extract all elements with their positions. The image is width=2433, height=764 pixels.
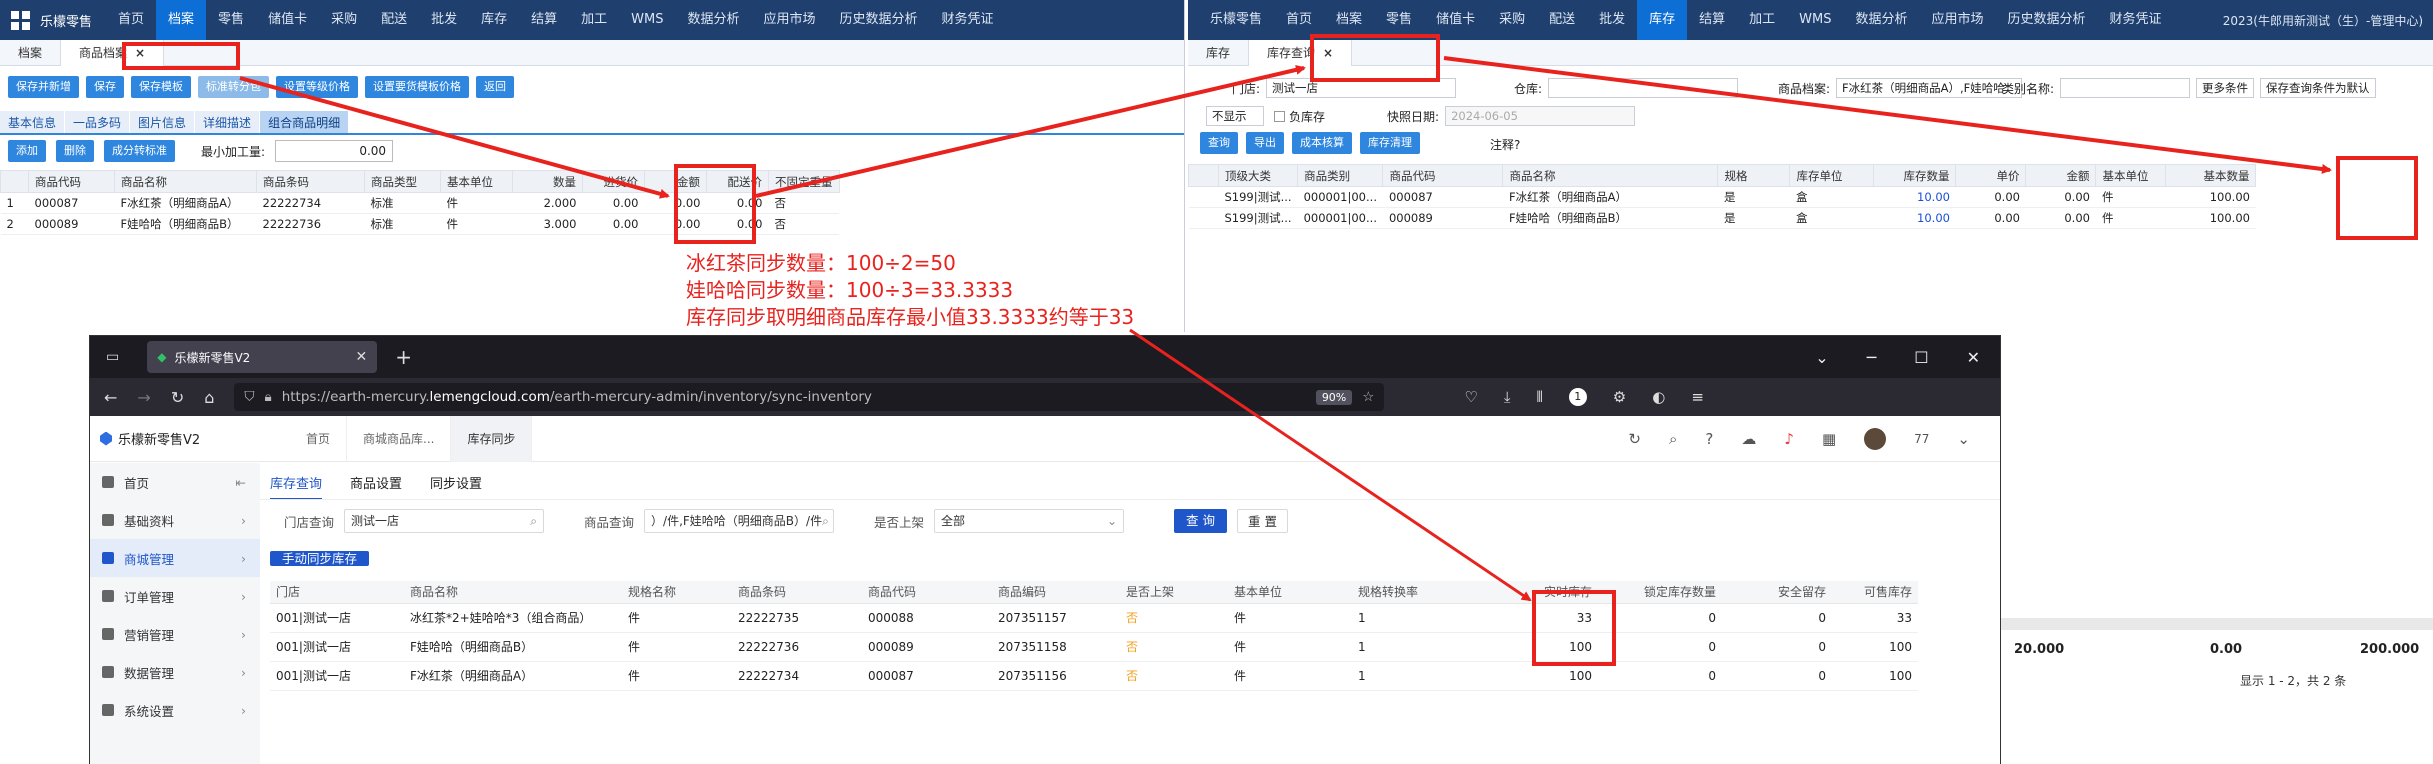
arrow-archive-to-qty <box>239 76 670 199</box>
arrow-tab-to-base-qty <box>1443 56 2332 174</box>
arrow-qty-to-stock-tab <box>755 64 1306 198</box>
arrow-annot-to-realtime <box>1129 328 1532 602</box>
annotation-arrows <box>239 56 2332 602</box>
